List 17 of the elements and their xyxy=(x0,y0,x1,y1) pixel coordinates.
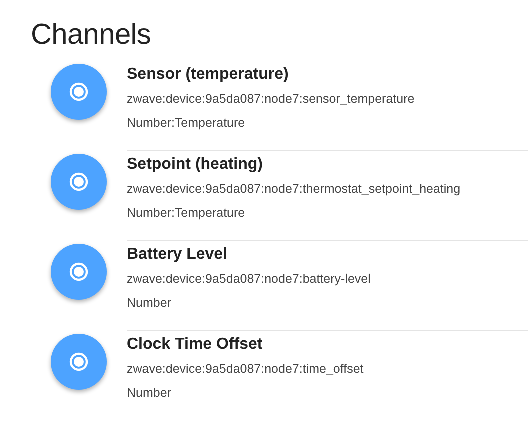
channel-uid: zwave:device:9a5da087:node7:time_offset xyxy=(127,361,364,378)
channel-name: Battery Level xyxy=(127,245,228,265)
channel-name: Setpoint (heating) xyxy=(127,155,263,175)
channel-name: Sensor (temperature) xyxy=(127,65,289,85)
channel-uid: zwave:device:9a5da087:node7:battery-level xyxy=(127,271,371,288)
channel-uid: zwave:device:9a5da087:node7:thermostat_setpoint_heating xyxy=(127,181,461,198)
channel-uid: zwave:device:9a5da087:node7:sensor_temperature xyxy=(127,91,415,108)
radio-icon xyxy=(69,352,89,372)
radio-icon xyxy=(69,262,89,282)
item-type: Number:Temperature xyxy=(127,205,246,222)
radio-icon xyxy=(69,82,89,102)
channel-name: Clock Time Offset xyxy=(127,335,263,355)
radio-icon xyxy=(69,172,89,192)
item-type: Number:Temperature xyxy=(127,115,246,132)
section-heading: Channels xyxy=(30,18,152,53)
item-type: Number xyxy=(127,385,172,402)
item-type: Number xyxy=(127,295,172,312)
